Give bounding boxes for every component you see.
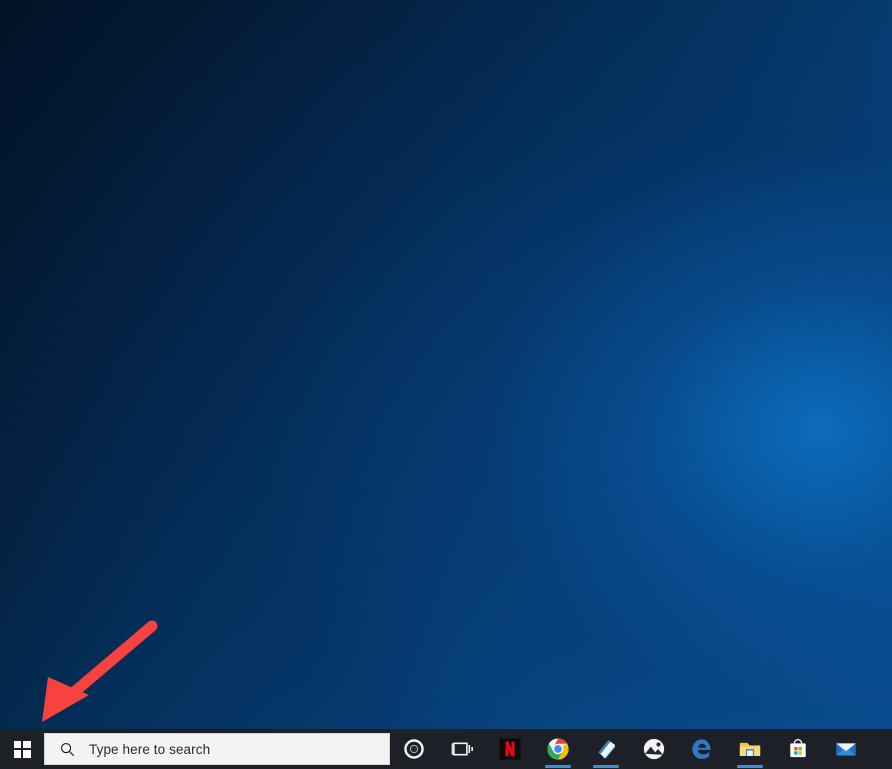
cortana-icon (404, 739, 424, 759)
search-placeholder: Type here to search (89, 741, 211, 757)
netflix-icon (499, 738, 521, 760)
document-app-icon (598, 740, 615, 759)
desktop-wallpaper[interactable] (0, 0, 892, 729)
taskbar-app-list (390, 729, 892, 769)
taskbar-item-file-explorer[interactable] (730, 729, 770, 769)
taskbar-item-netflix[interactable] (490, 729, 530, 769)
running-indicator (737, 765, 763, 768)
running-indicator (593, 765, 619, 768)
chrome-icon (547, 738, 569, 760)
taskbar-item-cortana[interactable] (394, 729, 434, 769)
start-button[interactable] (0, 729, 44, 769)
taskbar-item-microsoft-edge[interactable] (682, 729, 722, 769)
store-bag-icon (790, 738, 806, 758)
taskbar-item-mail[interactable] (826, 729, 866, 769)
taskbar-item-task-view[interactable] (442, 729, 482, 769)
screen: Type here to search (0, 0, 892, 769)
running-indicator (545, 765, 571, 768)
taskbar: Type here to search (0, 729, 892, 769)
folder-icon (739, 742, 761, 756)
windows-logo-icon (13, 740, 31, 758)
taskbar-item-photos[interactable] (634, 729, 674, 769)
task-view-icon (451, 742, 473, 756)
search-input[interactable]: Type here to search (44, 733, 390, 765)
envelope-icon (836, 743, 856, 756)
taskbar-item-microsoft-store[interactable] (778, 729, 818, 769)
search-icon (60, 742, 75, 756)
taskbar-item-sticky-notes[interactable] (586, 729, 626, 769)
edge-icon (692, 739, 711, 759)
photos-icon (643, 738, 665, 760)
taskbar-item-google-chrome[interactable] (538, 729, 578, 769)
